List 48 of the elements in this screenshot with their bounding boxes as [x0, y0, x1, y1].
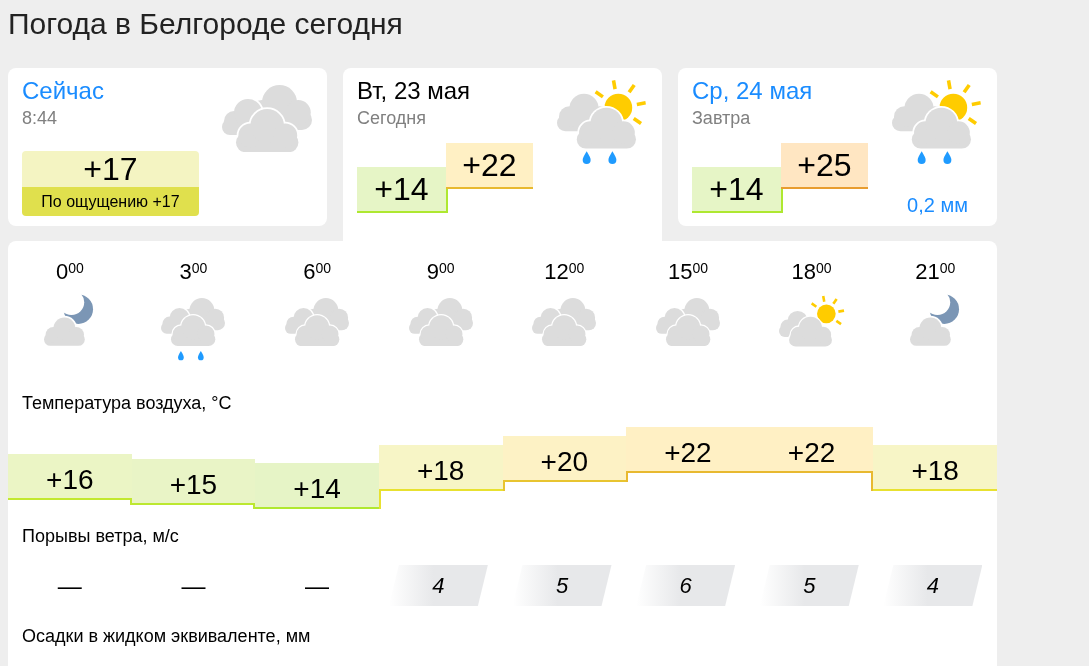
tab-title: Сейчас	[22, 77, 104, 105]
section-label: Температура воздуха, °C	[22, 392, 232, 414]
temperature-bar: +22	[749, 427, 874, 473]
tab-subtitle: 8:44	[22, 107, 58, 129]
temperature-bar: +18	[378, 445, 503, 491]
section-label: Осадки в жидком эквиваленте, мм	[22, 625, 311, 647]
hour-label: 0$^{00}$	[55, 259, 84, 285]
hour-label: 15$^{00}$	[667, 259, 708, 285]
feels-like-temperature: По ощущению +17	[22, 187, 199, 216]
min-temperature: +14	[357, 167, 446, 213]
max-temperature: +22	[446, 143, 533, 189]
current-temperature: +17	[22, 151, 199, 187]
precipitation-amount: 0,2 мм	[907, 194, 968, 216]
hour-label: 9$^{00}$	[426, 259, 455, 285]
cloud-icon	[285, 298, 350, 346]
temperature-bar: +18	[873, 445, 997, 491]
wind-gust-value: —	[305, 571, 330, 600]
temperature-bar: +16	[8, 454, 132, 500]
hour-label: 18$^{00}$	[791, 259, 832, 285]
hour-label: 21$^{00}$	[915, 259, 956, 285]
hour-label: 6$^{00}$	[303, 259, 331, 285]
max-temperature: +25	[781, 143, 868, 189]
hour-label: 3$^{00}$	[179, 259, 208, 285]
sun-cloud-icon	[778, 295, 845, 347]
cloud-icon	[532, 298, 597, 346]
forecast-tab[interactable]: Вт, 23 мая Сегодня +14 +22	[343, 68, 662, 241]
hour-label: 12$^{00}$	[544, 259, 585, 285]
tab-title: Ср, 24 мая	[692, 77, 813, 105]
cloud-icon	[408, 298, 473, 346]
temperature-bar: +14	[255, 463, 379, 509]
forecast-tab[interactable]: Ср, 24 мая Завтра +14 +25 0,2 мм	[678, 68, 997, 226]
moon-cloud-icon	[44, 294, 96, 346]
cloud-icon	[655, 298, 720, 346]
temperature-bar: +22	[626, 427, 750, 473]
wind-gust-value: —	[57, 571, 82, 600]
moon-cloud-icon	[909, 294, 961, 346]
rain-cloud-icon	[161, 298, 226, 361]
wind-gust-value: —	[181, 571, 206, 600]
section-label: Порывы ветра, м/с	[22, 525, 179, 547]
tab-subtitle: Завтра	[692, 107, 751, 129]
cloud-icon	[222, 85, 312, 152]
page-title: Погода в Белгороде сегодня	[8, 6, 403, 41]
temperature-bar: +15	[131, 459, 256, 505]
tab-title: Вт, 23 мая	[357, 77, 471, 105]
forecast-tab[interactable]: Сейчас 8:44 +17 По ощущению +17	[8, 68, 327, 226]
tab-subtitle: Сегодня	[357, 107, 426, 129]
min-temperature: +14	[692, 167, 781, 213]
temperature-bar: +20	[502, 436, 627, 482]
